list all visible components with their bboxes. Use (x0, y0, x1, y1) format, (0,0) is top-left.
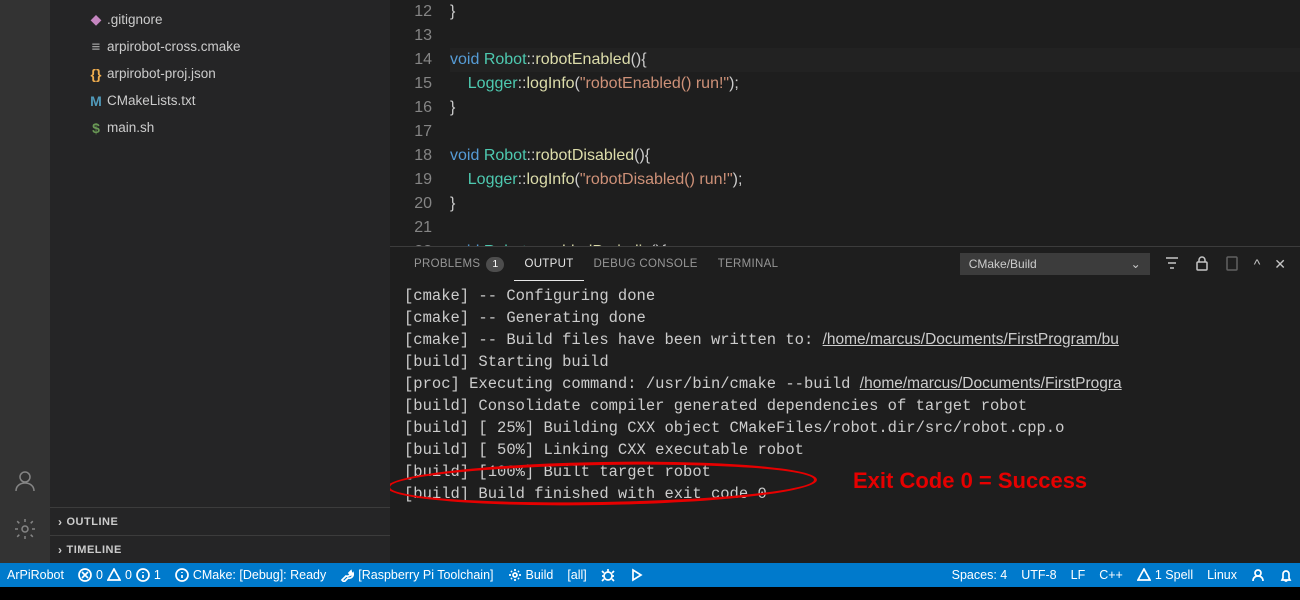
sb-feedback[interactable] (1244, 563, 1272, 587)
tab-problems[interactable]: PROBLEMS1 (404, 247, 514, 281)
code-editor[interactable]: 1213141516171819202122 }void Robot::robo… (390, 0, 1300, 246)
file-name: main.sh (107, 120, 154, 135)
wrench-icon (340, 568, 354, 582)
file-item[interactable]: ≡arpirobot-cross.cmake (50, 33, 390, 60)
file-name: .gitignore (107, 12, 163, 27)
file-name: arpirobot-cross.cmake (107, 39, 241, 54)
tab-debug-console[interactable]: DEBUG CONSOLE (584, 247, 708, 281)
bottom-panel: PROBLEMS1 OUTPUT DEBUG CONSOLE TERMINAL … (390, 246, 1300, 563)
file-item[interactable]: $main.sh (50, 114, 390, 141)
sb-build[interactable]: Build (501, 563, 561, 587)
section-header[interactable]: ›TIMELINE (50, 535, 390, 563)
sb-toolchain[interactable]: [Raspberry Pi Toolchain] (333, 563, 500, 587)
problems-count-badge: 1 (486, 257, 504, 272)
code-line (450, 120, 1300, 144)
error-icon (78, 568, 92, 582)
code-line: } (450, 0, 1300, 24)
file-item[interactable]: ◆.gitignore (50, 6, 390, 33)
sb-debug[interactable] (594, 563, 622, 587)
line-number: 15 (390, 72, 432, 96)
code-line: } (450, 96, 1300, 120)
code-line: void Robot::enabledPeriodic(){ (450, 240, 1300, 246)
line-number: 13 (390, 24, 432, 48)
code-line (450, 216, 1300, 240)
bug-icon (601, 568, 615, 582)
maximize-panel-icon[interactable]: ^ (1254, 256, 1261, 272)
file-item[interactable]: MCMakeLists.txt (50, 87, 390, 114)
sb-language[interactable]: C++ (1092, 563, 1130, 587)
code-line: Logger::logInfo("robotEnabled() run!"); (450, 72, 1300, 96)
sb-os[interactable]: Linux (1200, 563, 1244, 587)
code-line: } (450, 192, 1300, 216)
line-number: 19 (390, 168, 432, 192)
sb-eol[interactable]: LF (1064, 563, 1093, 587)
settings-gear-icon[interactable] (13, 517, 37, 541)
tab-terminal[interactable]: TERMINAL (708, 247, 789, 281)
play-icon (629, 568, 643, 582)
filter-icon[interactable] (1164, 255, 1180, 274)
line-number: 14 (390, 48, 432, 72)
line-number: 12 (390, 0, 432, 24)
sb-encoding[interactable]: UTF-8 (1014, 563, 1063, 587)
info-icon (136, 568, 150, 582)
sb-arpirobot[interactable]: ArPiRobot (0, 563, 71, 587)
file-name: arpirobot-proj.json (107, 66, 216, 81)
sb-run[interactable] (622, 563, 650, 587)
line-number: 16 (390, 96, 432, 120)
code-line: Logger::logInfo("robotDisabled() run!"); (450, 168, 1300, 192)
close-panel-icon[interactable]: ✕ (1274, 256, 1286, 273)
tab-output[interactable]: OUTPUT (514, 247, 583, 281)
file-name: CMakeLists.txt (107, 93, 196, 108)
annotation-text: Exit Code 0 = Success (853, 470, 1087, 492)
line-number: 20 (390, 192, 432, 216)
code-line (450, 24, 1300, 48)
line-number: 18 (390, 144, 432, 168)
person-icon (1251, 568, 1265, 582)
status-bar: ArPiRobot 0 0 1 CMake: [Debug]: Ready [R… (0, 563, 1300, 587)
warning-icon (107, 568, 121, 582)
code-line: void Robot::robotDisabled(){ (450, 144, 1300, 168)
line-number: 17 (390, 120, 432, 144)
line-number: 21 (390, 216, 432, 240)
bell-icon (1279, 568, 1293, 582)
sb-cmake-status[interactable]: CMake: [Debug]: Ready (168, 563, 333, 587)
activity-bar (0, 0, 50, 563)
output-channel-dropdown[interactable]: CMake/Build (960, 253, 1150, 275)
file-item[interactable]: {}arpirobot-proj.json (50, 60, 390, 87)
sb-notifications[interactable] (1272, 563, 1300, 587)
section-header[interactable]: ›OUTLINE (50, 507, 390, 535)
output-text[interactable]: [cmake] -- Configuring done [cmake] -- G… (390, 281, 1300, 563)
sb-spell[interactable]: 1 Spell (1130, 563, 1200, 587)
sb-diagnostics[interactable]: 0 0 1 (71, 563, 168, 587)
account-icon[interactable] (13, 469, 37, 493)
sb-spaces[interactable]: Spaces: 4 (945, 563, 1015, 587)
file-list: ◆.gitignore≡arpirobot-cross.cmake{}arpir… (50, 0, 390, 507)
info-icon (175, 568, 189, 582)
code-line: void Robot::robotEnabled(){ (450, 48, 1300, 72)
explorer-sidebar: ◆.gitignore≡arpirobot-cross.cmake{}arpir… (50, 0, 390, 563)
clipboard-icon[interactable] (1224, 255, 1240, 274)
sb-target[interactable]: [all] (560, 563, 593, 587)
gear-icon (508, 568, 522, 582)
lock-icon[interactable] (1194, 255, 1210, 274)
warning-icon (1137, 568, 1151, 582)
